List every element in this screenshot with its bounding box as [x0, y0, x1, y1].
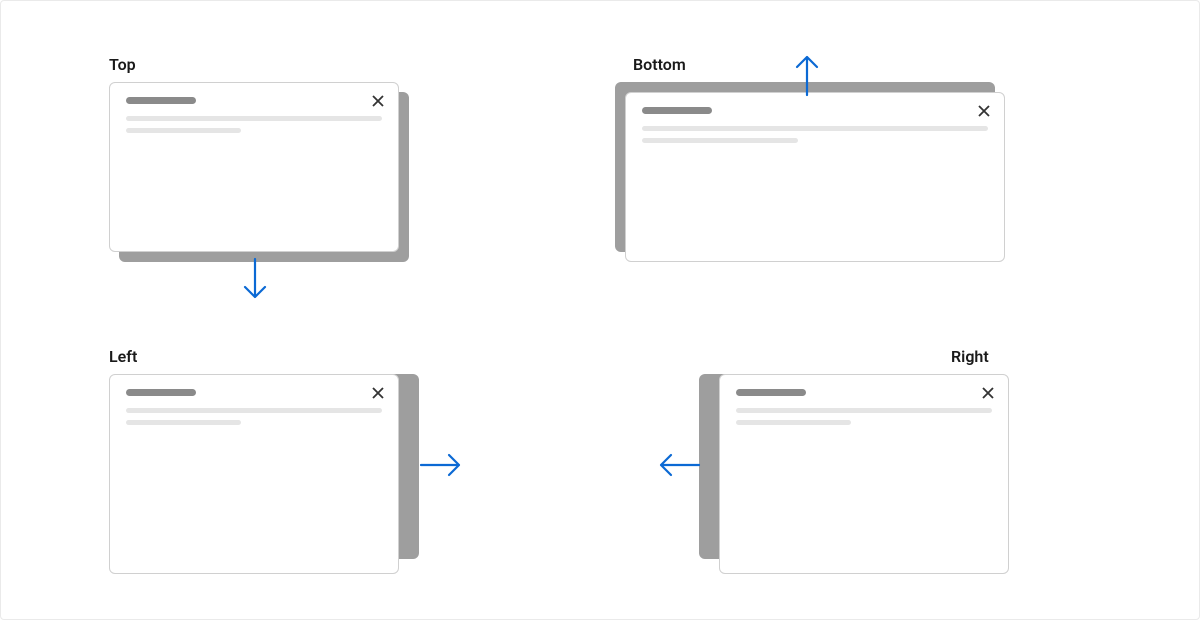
arrow-down-icon [241, 257, 269, 303]
card-text-line [126, 408, 382, 413]
card-text-line [126, 116, 382, 121]
diagram-frame: Top Bottom Left Right [0, 0, 1200, 620]
label-left: Left [109, 347, 137, 366]
arrow-up-icon [793, 51, 821, 97]
card-title-placeholder [126, 97, 196, 104]
label-bottom: Bottom [633, 55, 686, 74]
card-text-line [642, 126, 988, 131]
card-top [109, 82, 399, 252]
label-right: Right [951, 347, 989, 366]
label-top: Top [109, 55, 136, 74]
arrow-right-icon [419, 451, 465, 479]
close-icon[interactable] [980, 385, 996, 401]
card-left [109, 374, 399, 574]
close-icon[interactable] [370, 385, 386, 401]
close-icon[interactable] [370, 93, 386, 109]
arrow-left-icon [655, 451, 701, 479]
card-bottom [625, 92, 1005, 262]
card-title-placeholder [736, 389, 806, 396]
card-text-line [126, 420, 241, 425]
card-text-line [126, 128, 241, 133]
close-icon[interactable] [976, 103, 992, 119]
card-text-line [736, 408, 992, 413]
card-title-placeholder [642, 107, 712, 114]
card-text-line [736, 420, 851, 425]
card-right [719, 374, 1009, 574]
card-title-placeholder [126, 389, 196, 396]
card-text-line [642, 138, 798, 143]
